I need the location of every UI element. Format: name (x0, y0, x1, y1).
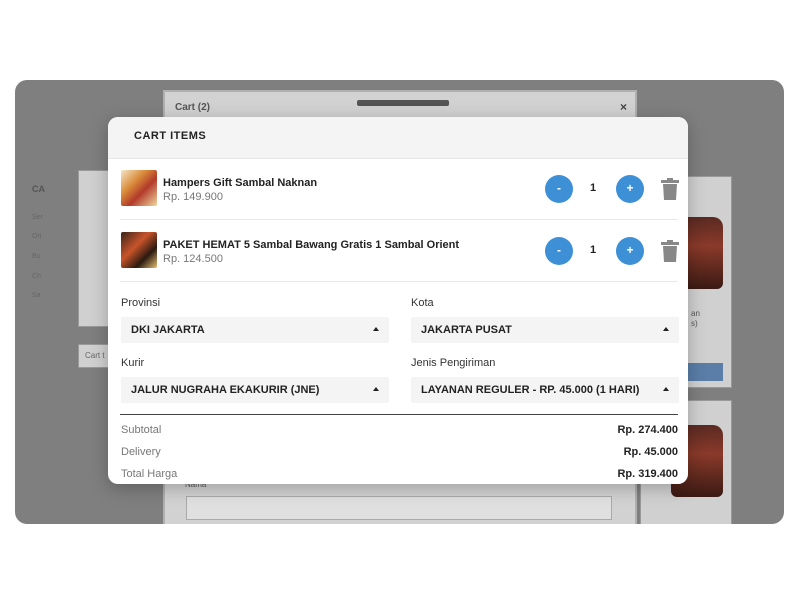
delivery-label: Delivery (121, 446, 161, 458)
provinsi-value: DKI JAKARTA (131, 324, 205, 336)
item-price: Rp. 124.500 (163, 253, 223, 265)
provinsi-select[interactable]: DKI JAKARTA (121, 317, 389, 343)
bg-checkout-row: Ser (32, 214, 43, 221)
kurir-select[interactable]: JALUR NUGRAHA EKAKURIR (JNE) (121, 377, 389, 403)
decrease-quantity-button[interactable]: - (545, 237, 573, 265)
product-thumbnail (121, 170, 157, 206)
summary-divider (120, 414, 678, 415)
subtotal-label: Subtotal (121, 424, 162, 436)
total-row: Total Harga Rp. 319.400 (120, 468, 678, 484)
kurir-label: Kurir (121, 357, 145, 369)
jenis-pengiriman-label: Jenis Pengiriman (411, 357, 496, 369)
jenis-pengiriman-value: LAYANAN REGULER - RP. 45.000 (1 HARI) (421, 384, 640, 396)
provinsi-label: Provinsi (121, 297, 161, 309)
bg-checkout-heading: CA (32, 184, 45, 194)
caret-up-icon (373, 327, 379, 331)
delivery-value: Rp. 45.000 (623, 446, 678, 458)
decrease-quantity-button[interactable]: - (545, 175, 573, 203)
product-thumbnail (121, 232, 157, 268)
item-price: Rp. 149.900 (163, 191, 223, 203)
caret-up-icon (373, 387, 379, 391)
caret-up-icon (663, 387, 669, 391)
bg-checkout-row: Bu (32, 253, 41, 260)
caret-up-icon (663, 327, 669, 331)
cart-item: PAKET HEMAT 5 Sambal Bawang Gratis 1 Sam… (120, 220, 679, 282)
item-name: PAKET HEMAT 5 Sambal Bawang Gratis 1 Sam… (163, 239, 460, 251)
item-name: Hampers Gift Sambal Naknan (163, 177, 318, 189)
jenis-pengiriman-select[interactable]: LAYANAN REGULER - RP. 45.000 (1 HARI) (411, 377, 679, 403)
kurir-value: JALUR NUGRAHA EKAKURIR (JNE) (131, 384, 320, 396)
kota-select[interactable]: JAKARTA PUSAT (411, 317, 679, 343)
subtotal-row: Subtotal Rp. 274.400 (120, 424, 678, 440)
bg-checkout-row: Ori (32, 233, 42, 240)
bg-close-icon: × (619, 100, 627, 114)
increase-quantity-button[interactable]: + (616, 237, 644, 265)
bg-name-input (186, 496, 612, 520)
trash-icon[interactable] (661, 240, 679, 262)
quantity-value: 1 (589, 182, 597, 194)
total-value: Rp. 319.400 (617, 468, 678, 480)
modal-title: CART ITEMS (134, 130, 207, 142)
cart-item: Hampers Gift Sambal Naknan Rp. 149.900 -… (120, 158, 679, 220)
modal-header: CART ITEMS (108, 117, 688, 159)
kota-value: JAKARTA PUSAT (421, 324, 512, 336)
bg-tab-indicator (357, 100, 449, 106)
bg-checkout-row: Sa (32, 292, 41, 299)
subtotal-value: Rp. 274.400 (617, 424, 678, 436)
delivery-row: Delivery Rp. 45.000 (120, 446, 678, 462)
total-label: Total Harga (121, 468, 178, 480)
kota-label: Kota (411, 297, 434, 309)
bg-checkout-row: Ch (32, 273, 41, 280)
trash-icon[interactable] (661, 178, 679, 200)
quantity-value: 1 (589, 244, 597, 256)
cart-items-modal: CART ITEMS Hampers Gift Sambal Naknan Rp… (108, 117, 688, 484)
increase-quantity-button[interactable]: + (616, 175, 644, 203)
